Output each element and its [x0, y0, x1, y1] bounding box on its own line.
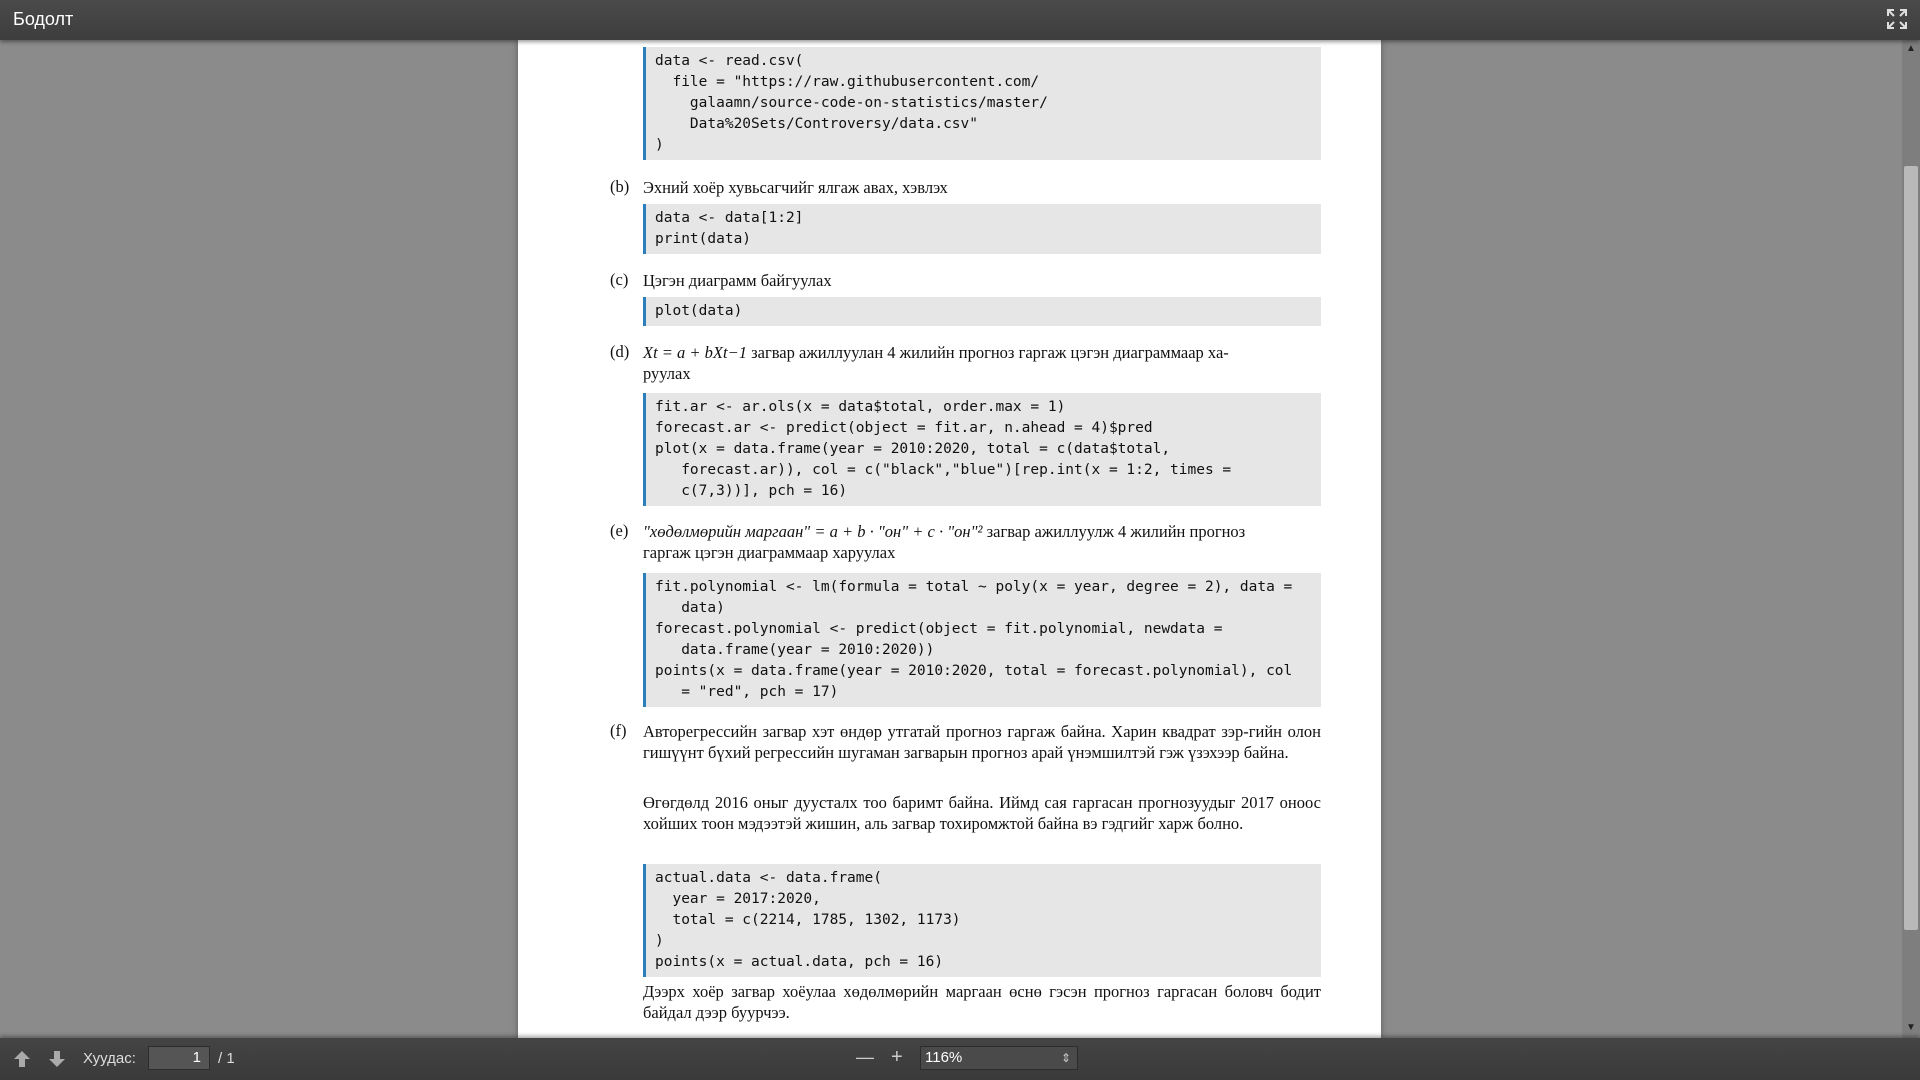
viewer-header: Бодолт — [0, 0, 1920, 40]
previous-page-icon[interactable] — [12, 1049, 32, 1069]
code-block-polynomial: fit.polynomial <- lm(formula = total ~ p… — [643, 573, 1321, 707]
item-text-c: Цэгэн диаграмм байгуулах — [643, 271, 832, 290]
zoom-out-button[interactable]: — — [856, 1047, 874, 1068]
conclusion-text: Дээрх хоёр загвар хоёулаа хөдөлмөрийн ма… — [643, 982, 1321, 1022]
viewer-toolbar: Хуудас: 1 / 1 — + 116% ⇕ — [0, 1038, 1920, 1080]
next-page-icon[interactable] — [47, 1049, 67, 1069]
scroll-down-icon[interactable]: ▼ — [1905, 1022, 1917, 1034]
item-label-b: (b) — [610, 177, 630, 196]
item-label-f: (f) — [610, 721, 627, 740]
code-block-plot: plot(data) — [643, 297, 1321, 326]
code-block-actual-data: actual.data <- data.frame( year = 2017:2… — [643, 864, 1321, 977]
fullscreen-icon[interactable] — [1886, 8, 1908, 30]
scroll-up-icon[interactable]: ▲ — [1905, 43, 1917, 55]
item-text-d: Xt = a + bXt−1 загвар ажиллуулан 4 жилий… — [643, 343, 1229, 383]
item-text-b: Эхний хоёр хувьсагчийг ялгаж авах, хэвлэ… — [643, 178, 948, 197]
item-text-f-2: Өгөгдөлд 2016 оныг дуусталх тоо баримт б… — [643, 793, 1321, 833]
page-label: Хуудас: — [83, 1050, 136, 1067]
zoom-value: 116% — [925, 1049, 963, 1066]
document-viewer[interactable]: data <- read.csv( file = "https://raw.gi… — [0, 40, 1920, 1038]
zoom-in-button[interactable]: + — [891, 1046, 903, 1069]
code-block-ar-model: fit.ar <- ar.ols(x = data$total, order.m… — [643, 393, 1321, 506]
scrollbar-thumb[interactable] — [1904, 166, 1918, 930]
polynomial-formula: "хөдөлмөрийн маргаан" = a + b · "он" + c… — [643, 522, 983, 541]
page-number-input[interactable]: 1 — [148, 1046, 210, 1070]
item-text-e: "хөдөлмөрийн маргаан" = a + b · "он" + c… — [643, 522, 1246, 562]
document-title: Бодолт — [13, 9, 74, 29]
item-label-e: (e) — [610, 521, 629, 540]
code-block-select: data <- data[1:2] print(data) — [643, 204, 1321, 254]
code-block-read-csv: data <- read.csv( file = "https://raw.gi… — [643, 47, 1321, 160]
vertical-scrollbar[interactable]: ▲ ▼ — [1902, 40, 1920, 1038]
item-label-c: (c) — [610, 270, 629, 289]
pdf-page: data <- read.csv( file = "https://raw.gi… — [518, 40, 1381, 1038]
page-total: / 1 — [218, 1050, 235, 1067]
zoom-select[interactable]: 116% ⇕ — [920, 1046, 1078, 1070]
item-label-d: (d) — [610, 342, 630, 361]
item-text-f-1: Авторегрессийн загвар хэт өндөр утгатай … — [643, 722, 1321, 762]
select-arrows-icon: ⇕ — [1060, 1051, 1071, 1065]
ar-formula: Xt = a + bXt−1 — [643, 343, 747, 362]
